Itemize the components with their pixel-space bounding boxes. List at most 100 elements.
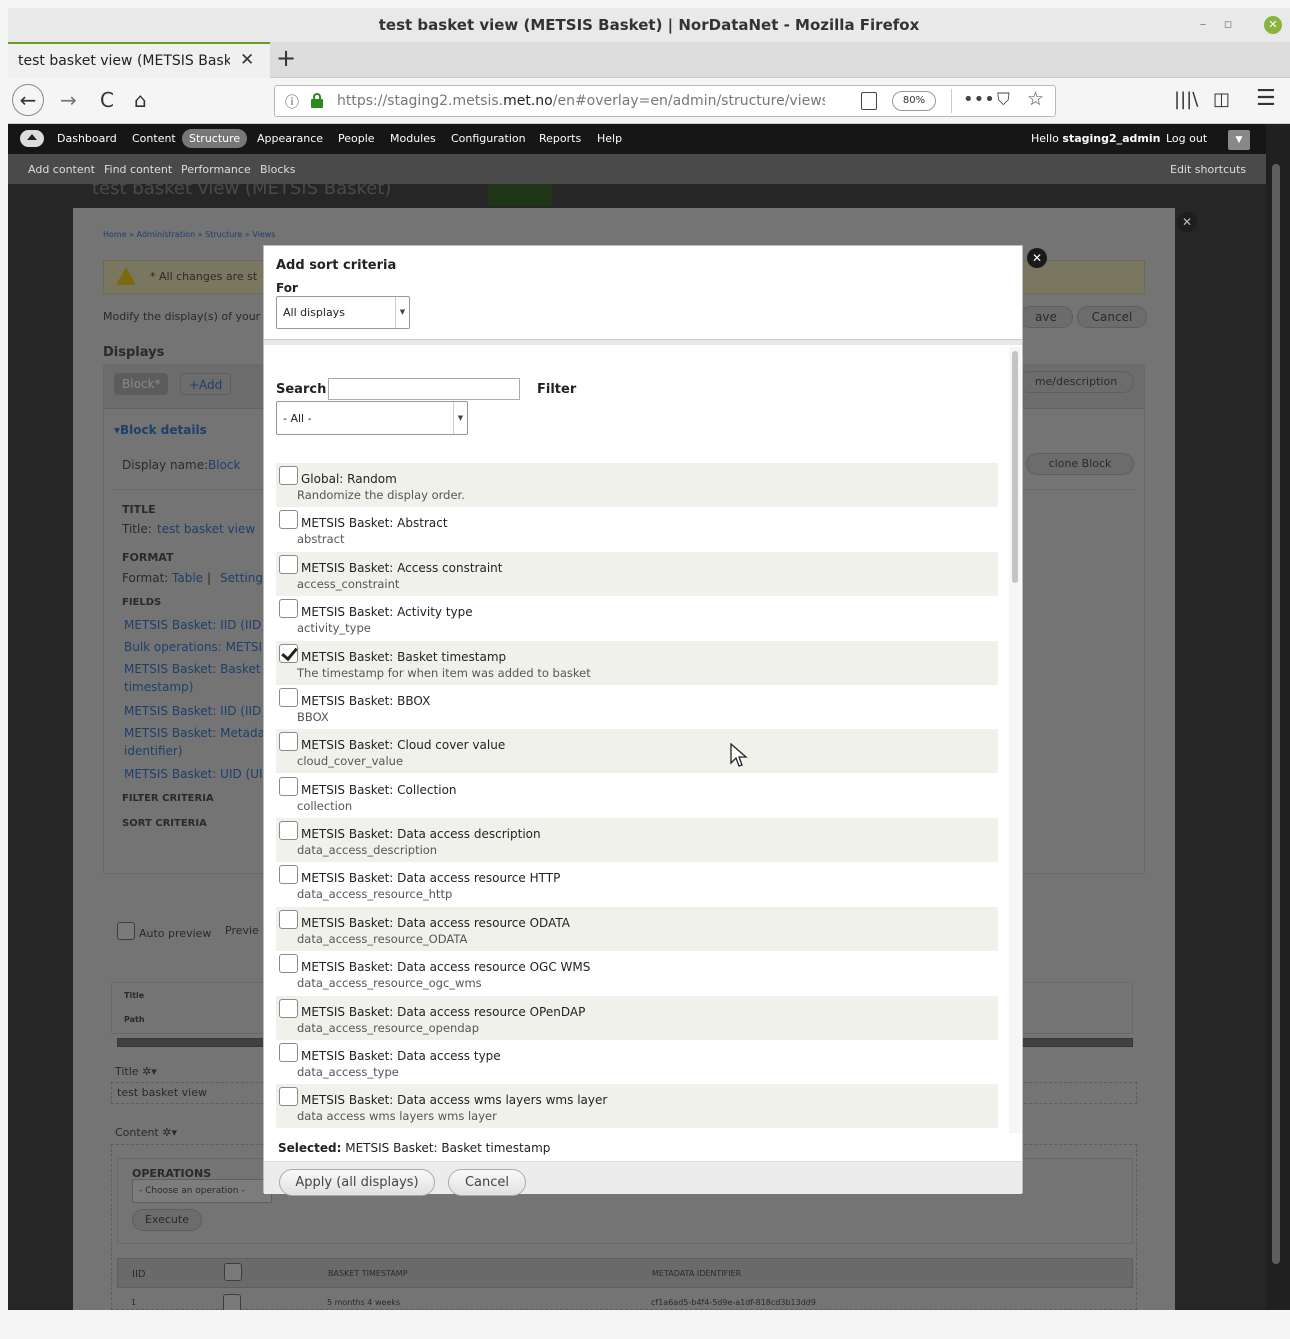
- cancel-view-button[interactable]: Cancel: [1077, 306, 1147, 328]
- list-item[interactable]: METSIS Basket: Data access resource OGC …: [276, 951, 998, 995]
- checkbox[interactable]: [279, 466, 298, 485]
- field-item[interactable]: METSIS Basket: UID (UID: [124, 767, 272, 781]
- title-value[interactable]: test basket view: [157, 522, 255, 536]
- checkbox[interactable]: [279, 999, 298, 1018]
- shortcut-blocks[interactable]: Blocks: [260, 163, 295, 176]
- for-select[interactable]: All displays ▼: [276, 296, 410, 329]
- field-item[interactable]: METSIS Basket: IID (IID): [124, 618, 266, 632]
- checkbox[interactable]: [279, 599, 298, 618]
- field-item[interactable]: METSIS Basket: Basket t: [124, 662, 269, 676]
- field-item[interactable]: Bulk operations: METSIS: [124, 640, 270, 654]
- sidebar-icon[interactable]: ◫: [1213, 89, 1230, 110]
- close-window-button[interactable]: ✕: [1264, 16, 1282, 34]
- edit-shortcuts-link[interactable]: Edit shortcuts: [1170, 163, 1246, 176]
- checkbox-checked[interactable]: [279, 644, 298, 663]
- checkbox[interactable]: [279, 1087, 298, 1106]
- checkbox[interactable]: [279, 732, 298, 751]
- checkbox[interactable]: [279, 865, 298, 884]
- pocket-icon[interactable]: ⛉: [997, 90, 1010, 110]
- cancel-button[interactable]: Cancel: [448, 1169, 526, 1196]
- format-settings[interactable]: Settings: [220, 571, 269, 585]
- save-button[interactable]: ave: [1019, 306, 1073, 328]
- minimize-button[interactable]: –: [1194, 16, 1212, 34]
- toolbar-appearance[interactable]: Appearance: [257, 132, 323, 145]
- execute-button[interactable]: Execute: [132, 1209, 202, 1231]
- row-checkbox[interactable]: [223, 1294, 241, 1310]
- list-item[interactable]: METSIS Basket: Data access type data_acce…: [276, 1040, 998, 1084]
- tab-close-icon[interactable]: ✕: [240, 50, 254, 70]
- list-item[interactable]: METSIS Basket: Data access resource HTTP…: [276, 862, 998, 906]
- field-item[interactable]: METSIS Basket: Metadat: [124, 726, 270, 740]
- shortcut-add-content[interactable]: Add content: [28, 163, 95, 176]
- checkbox[interactable]: [279, 555, 298, 574]
- shortcut-find-content[interactable]: Find content: [104, 163, 172, 176]
- dialog-close-icon[interactable]: ✕: [1027, 248, 1047, 268]
- toolbar-help[interactable]: Help: [597, 132, 622, 145]
- toolbar-people[interactable]: People: [338, 132, 375, 145]
- list-item[interactable]: METSIS Basket: Data access resource ODAT…: [276, 907, 998, 951]
- list-item[interactable]: METSIS Basket: Abstract abstract: [276, 507, 998, 551]
- col-basket-timestamp[interactable]: BASKET TIMESTAMP: [328, 1269, 408, 1278]
- tab-add[interactable]: +Add: [180, 373, 232, 395]
- toolbar-structure[interactable]: Structure: [182, 129, 248, 148]
- col-iid[interactable]: IID: [132, 1269, 146, 1280]
- clone-block-button[interactable]: clone Block: [1026, 453, 1134, 475]
- shortcut-performance[interactable]: Performance: [181, 163, 251, 176]
- reader-view-icon[interactable]: [861, 92, 877, 110]
- checkbox[interactable]: [279, 1043, 298, 1062]
- back-button[interactable]: ←: [12, 84, 44, 116]
- new-tab-button[interactable]: +: [276, 44, 296, 72]
- bookmark-star-icon[interactable]: ☆: [1027, 88, 1044, 110]
- list-item[interactable]: METSIS Basket: Activity type activity_typ…: [276, 596, 998, 640]
- list-item[interactable]: METSIS Basket: Data access wms layers wm…: [276, 1084, 998, 1128]
- home-button[interactable]: ⌂: [134, 88, 147, 112]
- url-bar[interactable]: ⓘ https://staging2.metsis.met.no/en#over…: [274, 85, 1056, 117]
- list-item[interactable]: METSIS Basket: Access constraint access_c…: [276, 552, 998, 596]
- list-item[interactable]: METSIS Basket: Cloud cover value cloud_co…: [276, 729, 998, 773]
- page-actions-icon[interactable]: •••: [963, 89, 995, 110]
- breadcrumb[interactable]: Home » Administration » Structure » View…: [103, 230, 275, 239]
- list-item[interactable]: METSIS Basket: Data access description da…: [276, 818, 998, 862]
- list-item[interactable]: METSIS Basket: BBOX BBOX: [276, 685, 998, 729]
- title-gear[interactable]: Title ✲▾: [115, 1065, 157, 1078]
- hamburger-menu-icon[interactable]: ☰: [1256, 86, 1276, 111]
- checkbox[interactable]: [279, 510, 298, 529]
- checkbox[interactable]: [279, 688, 298, 707]
- library-icon[interactable]: |||\: [1174, 89, 1198, 110]
- home-icon[interactable]: [20, 130, 44, 147]
- operation-select[interactable]: - Choose an operation -: [132, 1179, 272, 1203]
- browser-tab[interactable]: test basket view (METSIS Basket) ✕: [8, 42, 270, 78]
- toolbar-modules[interactable]: Modules: [390, 132, 436, 145]
- toolbar-content[interactable]: Content: [132, 132, 176, 145]
- forward-button[interactable]: →: [60, 88, 77, 112]
- field-item[interactable]: METSIS Basket: IID (IID): [124, 704, 266, 718]
- block-details-toggle[interactable]: ▾Block details: [114, 423, 207, 437]
- url-text[interactable]: https://staging2.metsis.met.no/en#overla…: [337, 93, 825, 109]
- toolbar-reports[interactable]: Reports: [539, 132, 581, 145]
- auto-preview-checkbox[interactable]: [117, 922, 135, 940]
- maximize-button[interactable]: ▫: [1219, 16, 1237, 34]
- filter-select[interactable]: - All - ▼: [276, 401, 468, 435]
- reload-button[interactable]: C: [100, 88, 114, 112]
- checkbox[interactable]: [279, 821, 298, 840]
- checkbox[interactable]: [279, 954, 298, 973]
- logout-link[interactable]: Log out: [1166, 132, 1207, 145]
- list-item[interactable]: METSIS Basket: Data access resource OPen…: [276, 996, 998, 1040]
- list-item[interactable]: METSIS Basket: Collection collection: [276, 774, 998, 818]
- toolbar-dashboard[interactable]: Dashboard: [57, 132, 117, 145]
- page-scrollbar[interactable]: [1266, 124, 1290, 1310]
- list-item[interactable]: Global: Random Randomize the display orde…: [276, 463, 998, 507]
- format-value[interactable]: Table: [172, 571, 203, 585]
- field-item[interactable]: timestamp): [124, 680, 193, 694]
- list-item[interactable]: METSIS Basket: Basket timestamp The times…: [276, 641, 998, 685]
- search-input[interactable]: [328, 378, 520, 400]
- tab-block[interactable]: Block*: [114, 373, 169, 395]
- display-name-value[interactable]: Block: [208, 458, 240, 472]
- field-item[interactable]: identifier): [124, 744, 183, 758]
- overlay-close-icon[interactable]: ✕: [1177, 212, 1197, 232]
- apply-all-displays-button[interactable]: Apply (all displays): [279, 1169, 435, 1196]
- site-info-icon[interactable]: ⓘ: [285, 92, 299, 112]
- content-gear[interactable]: Content ✲▾: [115, 1126, 177, 1139]
- checkbox[interactable]: [279, 777, 298, 796]
- name-description-dropdown[interactable]: me/description: [1018, 371, 1134, 393]
